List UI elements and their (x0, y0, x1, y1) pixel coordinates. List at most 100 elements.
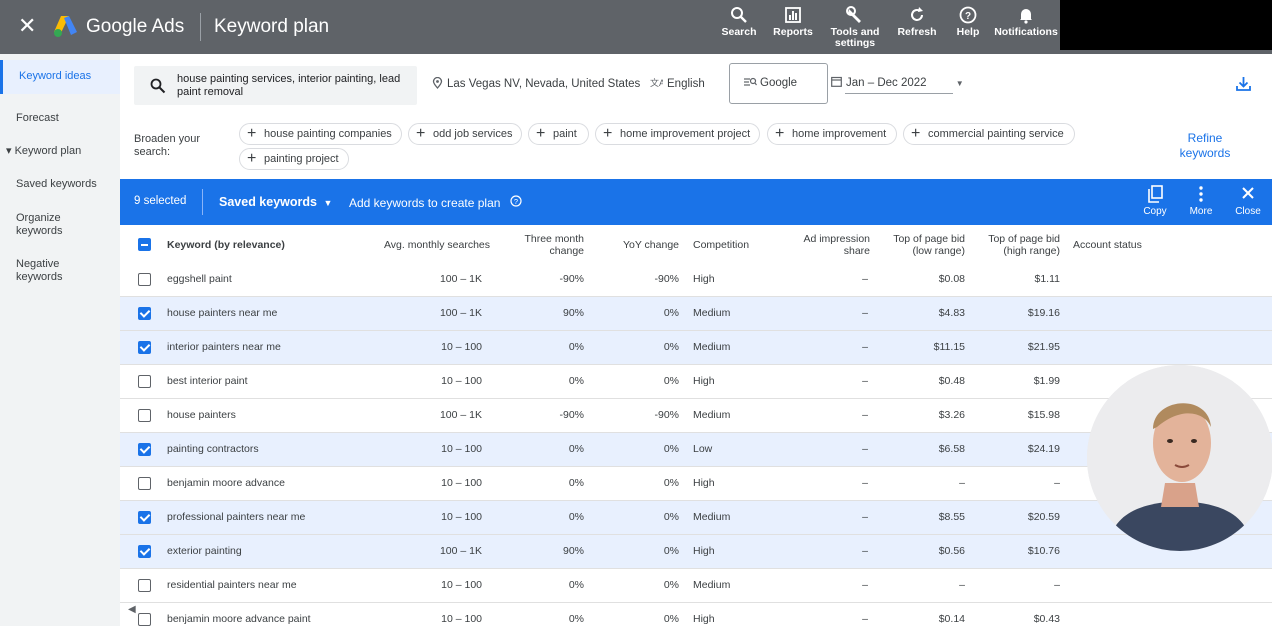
three-month-cell: 0% (568, 341, 584, 353)
select-all-checkbox[interactable] (138, 238, 151, 251)
row-checkbox[interactable] (138, 375, 151, 388)
table-row[interactable]: interior painters near me 10 – 100 0% 0% Med… (120, 331, 1272, 365)
avg-searches-cell: 100 – 1K (439, 409, 482, 421)
competition-cell: High (693, 375, 715, 387)
header-keyword[interactable]: Keyword (by relevance) (167, 225, 347, 265)
ad-share-cell: – (862, 307, 868, 319)
header-ad-impression-share[interactable]: Ad impression share (788, 225, 870, 265)
keyword-search-field[interactable]: house painting services, interior painti… (134, 66, 417, 105)
tool-tools-settings[interactable]: Tools and settings (820, 6, 890, 49)
search-icon (150, 78, 166, 94)
close-icon[interactable]: ✕ (18, 15, 36, 37)
yoy-cell: 0% (663, 511, 679, 523)
bid-low-cell: $4.83 (938, 307, 965, 319)
competition-cell: Low (693, 443, 713, 455)
ad-share-cell: – (862, 511, 868, 523)
table-row[interactable]: exterior painting 100 – 1K 90% 0% High – $0.56… (120, 535, 1272, 569)
date-range-filter[interactable]: Jan – Dec 2022 ▼ (831, 76, 964, 89)
row-checkbox[interactable] (138, 341, 151, 354)
row-checkbox[interactable] (138, 579, 151, 592)
row-checkbox[interactable] (138, 409, 151, 422)
webcam-overlay (1087, 365, 1272, 551)
row-checkbox[interactable] (138, 613, 151, 626)
more-vert-icon (1199, 186, 1203, 202)
yoy-cell: 0% (663, 613, 679, 625)
table-row[interactable]: residential painters near me 10 – 100 0% 0%… (120, 569, 1272, 603)
presenter-video (1087, 365, 1272, 551)
header-competition[interactable]: Competition (693, 225, 783, 265)
header-yoy-change[interactable]: YoY change (600, 225, 679, 265)
row-checkbox[interactable] (138, 443, 151, 456)
row-checkbox[interactable] (138, 273, 151, 286)
sidebar-item-negative-keywords[interactable]: Negative keywords (16, 258, 86, 284)
translate-icon: 文A (650, 77, 665, 88)
page-title: Keyword plan (214, 16, 330, 37)
yoy-cell: 0% (663, 545, 679, 557)
tool-notifications[interactable]: Notifications (991, 6, 1061, 38)
tool-reports[interactable]: Reports (758, 6, 828, 38)
competition-cell: High (693, 477, 715, 489)
bid-low-cell: $6.58 (938, 443, 965, 455)
google-ads-logo (54, 16, 77, 37)
table-row[interactable]: benjamin moore advance paint 10 – 100 0% 0%… (120, 603, 1272, 626)
saved-keywords-dropdown[interactable]: Saved keywords ▼ (219, 195, 332, 209)
more-button[interactable]: More (1179, 185, 1223, 217)
three-month-cell: 90% (562, 307, 584, 319)
network-filter[interactable]: Google (729, 63, 828, 104)
broaden-chip[interactable]: + home improvement (767, 123, 897, 145)
three-month-cell: 0% (568, 579, 584, 591)
table-row[interactable]: best interior paint 10 – 100 0% 0% High – $0.4… (120, 365, 1272, 399)
refine-keywords-button[interactable]: Refine keywords (1170, 131, 1240, 161)
wrench-icon (846, 6, 861, 23)
header-account-status[interactable]: Account status (1073, 225, 1173, 265)
table-header: Keyword (by relevance) Avg. monthly sear… (120, 225, 1272, 265)
row-checkbox[interactable] (138, 477, 151, 490)
add-keywords-to-plan-button[interactable]: Add keywords to create plan ? (349, 195, 522, 210)
broaden-label: Broaden your search: (134, 133, 201, 158)
ad-share-cell: – (862, 477, 868, 489)
competition-cell: Medium (693, 409, 731, 421)
close-button[interactable]: Close (1226, 185, 1270, 217)
header-bid-low[interactable]: Top of page bid (low range) (880, 225, 965, 265)
three-month-cell: 0% (568, 375, 584, 387)
ad-share-cell: – (862, 579, 868, 591)
sidebar-item-keyword-ideas[interactable]: Keyword ideas (0, 60, 120, 94)
table-row[interactable]: eggshell paint 100 – 1K -90% -90% High – $0.08… (120, 263, 1272, 297)
keyword-cell: professional painters near me (167, 511, 306, 523)
row-checkbox[interactable] (138, 545, 151, 558)
sidebar-item-keyword-plan[interactable]: ▾ Keyword plan (6, 145, 106, 158)
keyword-cell: residential painters near me (167, 579, 297, 591)
broaden-chip[interactable]: + odd job services (408, 123, 522, 145)
table-row[interactable]: house painters near me 100 – 1K 90% 0% Mediu… (120, 297, 1272, 331)
broaden-chip[interactable]: + home improvement project (595, 123, 760, 145)
sidebar-item-forecast[interactable]: Forecast (16, 112, 116, 125)
sidebar-item-saved-keywords[interactable]: Saved keywords (16, 178, 116, 191)
broaden-chip[interactable]: + house painting companies (239, 123, 402, 145)
row-checkbox[interactable] (138, 307, 151, 320)
header-avg-monthly-searches[interactable]: Avg. monthly searches (360, 225, 490, 265)
broaden-chip[interactable]: + commercial painting service (903, 123, 1075, 145)
search-icon (731, 7, 747, 23)
broaden-chip[interactable]: + paint (528, 123, 589, 145)
reports-icon (785, 7, 801, 23)
three-month-cell: 0% (568, 443, 584, 455)
header-bid-high[interactable]: Top of page bid (high range) (975, 225, 1060, 265)
copy-button[interactable]: Copy (1133, 185, 1177, 217)
table-row[interactable]: professional painters near me 10 – 100 0% 0… (120, 501, 1272, 535)
ad-share-cell: – (862, 375, 868, 387)
bid-high-cell: $19.16 (1027, 307, 1060, 319)
header-three-month-change[interactable]: Three month change (502, 225, 584, 265)
ad-share-cell: – (862, 341, 868, 353)
scroll-left-icon[interactable]: ◀ (128, 604, 136, 615)
bid-high-cell: $10.76 (1027, 545, 1060, 557)
download-icon[interactable] (1236, 76, 1251, 91)
copy-icon (1148, 185, 1163, 203)
bid-high-cell: $20.59 (1027, 511, 1060, 523)
keyword-cell: painting contractors (167, 443, 259, 455)
row-checkbox[interactable] (138, 511, 151, 524)
location-filter[interactable]: Las Vegas NV, Nevada, United States (432, 76, 640, 90)
sidebar-item-organize-keywords[interactable]: Organize keywords (16, 212, 86, 238)
bid-high-cell: – (1054, 579, 1060, 591)
broaden-chip[interactable]: + painting project (239, 148, 349, 170)
language-filter[interactable]: 文A English (650, 77, 705, 90)
